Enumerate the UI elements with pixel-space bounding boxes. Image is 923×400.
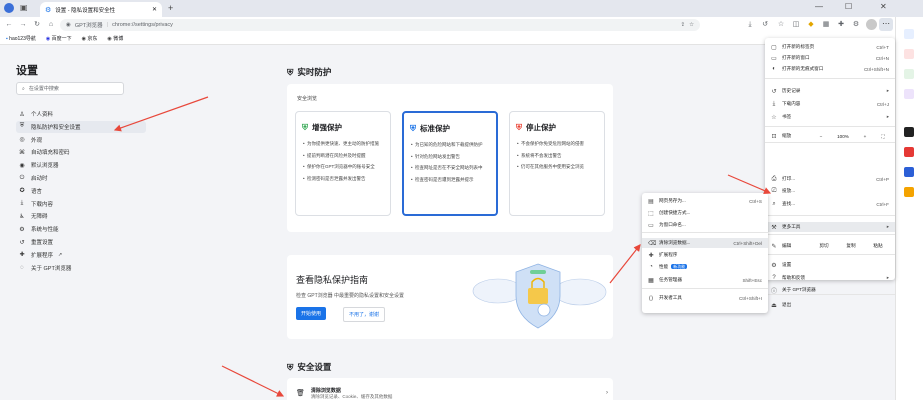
- arrow-to-clear-data: [609, 244, 641, 284]
- arrow-to-privacy-nav: [113, 96, 209, 132]
- annotation-arrows: [113, 96, 772, 397]
- arrow-to-clear-row: [221, 365, 285, 397]
- arrow-to-more-tools: [727, 174, 772, 194]
